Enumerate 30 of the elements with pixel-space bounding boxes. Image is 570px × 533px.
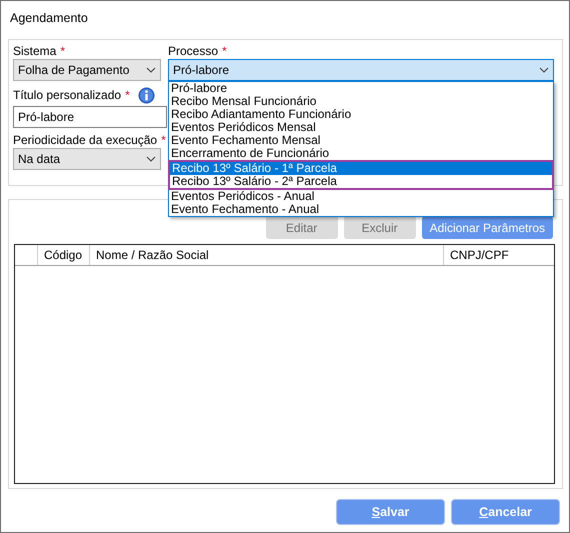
column-header: CNPJ/CPF bbox=[449, 247, 510, 264]
dropdown-option[interactable]: Encerramento de Funcionário bbox=[169, 147, 553, 160]
dropdown-option[interactable]: Recibo Adiantamento Funcionário bbox=[169, 108, 553, 121]
chevron-icon bbox=[146, 67, 156, 73]
dropdown-select[interactable]: Pró-labore bbox=[168, 59, 554, 81]
field-label: Sistema bbox=[13, 43, 56, 60]
dropdown-option[interactable]: Evento Fechamento Mensal bbox=[169, 134, 553, 147]
text-field[interactable]: Pró-labore bbox=[13, 106, 167, 128]
dropdown-option[interactable]: Recibo 13º Salário - 2ª Parcela bbox=[170, 175, 552, 188]
window-title: Agendamento bbox=[10, 10, 88, 27]
chevron-icon bbox=[146, 156, 156, 162]
dropdown-option[interactable]: Evento Fechamento - Anual bbox=[169, 203, 553, 216]
required-mark: * bbox=[222, 43, 227, 60]
column-header: Nome / Razão Social bbox=[90, 245, 444, 265]
column-header: Código bbox=[38, 245, 90, 265]
field-label: Título personalizado bbox=[13, 87, 122, 104]
field-label: Periodicidade da execução bbox=[13, 132, 158, 149]
chevron-icon bbox=[539, 67, 549, 73]
required-mark: * bbox=[125, 87, 130, 104]
dropdown-option[interactable]: Recibo Mensal Funcionário bbox=[169, 95, 553, 108]
dropdown-option[interactable]: Pró-labore bbox=[169, 82, 553, 95]
dropdown-select[interactable]: Na data bbox=[13, 148, 161, 170]
dropdown-option[interactable]: Eventos Periódicos - Anual bbox=[169, 190, 553, 203]
dropdown-select[interactable]: Folha de Pagamento bbox=[13, 59, 161, 81]
required-mark: * bbox=[60, 43, 66, 60]
required-mark: * bbox=[161, 132, 166, 149]
info-icon[interactable] bbox=[138, 86, 155, 104]
field-label: Processo bbox=[168, 43, 218, 60]
dropdown-option[interactable]: Recibo 13º Salário - 1ª Parcela bbox=[170, 162, 552, 175]
dropdown-option[interactable]: Eventos Periódicos Mensal bbox=[169, 121, 553, 134]
